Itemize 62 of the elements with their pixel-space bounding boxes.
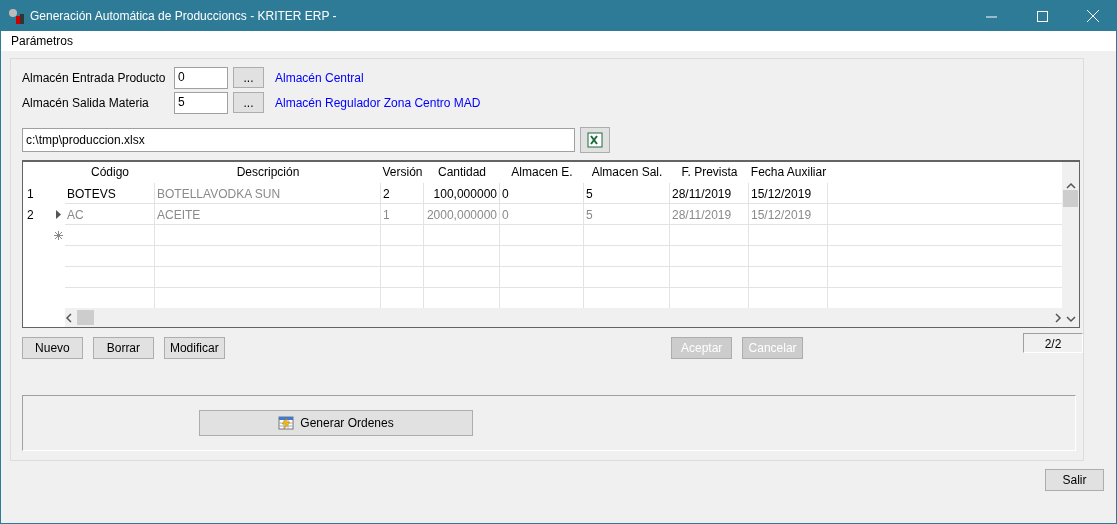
excel-button[interactable] <box>580 127 610 153</box>
record-counter: 2/2 <box>1023 333 1083 353</box>
column-header[interactable]: Cantidad <box>424 162 500 183</box>
table-cell: 28/11/2019 <box>670 183 749 204</box>
exit-button[interactable]: Salir <box>1045 469 1104 491</box>
scroll-left-icon <box>65 312 73 323</box>
table-cell: 2000,000000 <box>424 204 500 225</box>
scroll-thumb[interactable] <box>77 310 94 325</box>
warehouse-name: Almacén Central <box>275 70 364 85</box>
current-row-icon <box>55 210 63 219</box>
row-number: 2 <box>27 207 34 222</box>
column-header[interactable]: Código <box>65 162 155 183</box>
file-path-field[interactable]: c:\tmp\produccion.xlsx <box>22 128 575 152</box>
column-header[interactable]: Fecha Auxiliar <box>749 162 828 183</box>
table-cell: 2 <box>381 183 424 204</box>
browse-button[interactable]: ... <box>233 67 264 88</box>
spreadsheet-icon <box>587 132 603 148</box>
table-cell <box>381 267 424 288</box>
column-header[interactable]: F. Prevista <box>670 162 749 183</box>
table-cell: ACEITE <box>155 204 381 225</box>
browse-button[interactable]: ... <box>233 92 264 113</box>
table-cell <box>381 246 424 267</box>
table-cell: 0 <box>500 183 584 204</box>
generate-button[interactable]: Generar Ordenes <box>199 410 473 436</box>
new-row-icon <box>54 231 63 240</box>
scroll-thumb[interactable] <box>1063 190 1078 207</box>
column-header[interactable]: Almacen Sal. <box>584 162 670 183</box>
table-cell: 15/12/2019 <box>749 183 828 204</box>
vertical-scrollbar[interactable] <box>1062 162 1079 327</box>
row-number: 1 <box>27 186 34 201</box>
table-cell <box>381 225 424 246</box>
action-button[interactable]: Nuevo <box>22 337 83 359</box>
column-header[interactable]: Versión <box>381 162 424 183</box>
field-label: Almacén Salida Materia <box>22 95 150 110</box>
table-cell: 28/11/2019 <box>670 204 749 225</box>
input-field[interactable]: 0 <box>174 66 228 89</box>
table-cell: 15/12/2019 <box>749 204 828 225</box>
maximize-icon <box>1036 10 1048 22</box>
table-cell: BOTEVS <box>65 183 155 204</box>
table-cell: BOTELLAVODKA SUN <box>155 183 381 204</box>
scroll-down-icon <box>1065 315 1076 323</box>
table-cell: 100,000000 <box>424 183 500 204</box>
table-cell: 5 <box>584 204 670 225</box>
action-button[interactable]: Modificar <box>163 337 225 359</box>
app-icon <box>7 7 25 25</box>
table-cell: 0 <box>500 204 584 225</box>
action-button[interactable]: Borrar <box>92 337 154 359</box>
column-header[interactable]: Descripción <box>155 162 381 183</box>
close-icon <box>1087 10 1099 22</box>
table-cell: AC <box>65 204 155 225</box>
menu-item[interactable]: Parámetros <box>11 34 74 48</box>
column-header[interactable]: Almacen E. <box>500 162 584 183</box>
field-label: Almacén Entrada Producto <box>22 70 167 85</box>
table-lightning-icon <box>278 415 295 431</box>
horizontal-scrollbar[interactable] <box>65 308 1062 327</box>
window-title: Generación Automática de Produccioncs - KRITER ERP - <box>30 9 338 23</box>
table-cell: 1 <box>381 204 424 225</box>
scroll-up-icon <box>1065 182 1076 190</box>
input-field[interactable]: 5 <box>174 91 228 114</box>
table-cell: 5 <box>584 183 670 204</box>
warehouse-name: Almacén Regulador Zona Centro MAD <box>275 95 481 110</box>
scroll-right-icon <box>1054 312 1062 323</box>
